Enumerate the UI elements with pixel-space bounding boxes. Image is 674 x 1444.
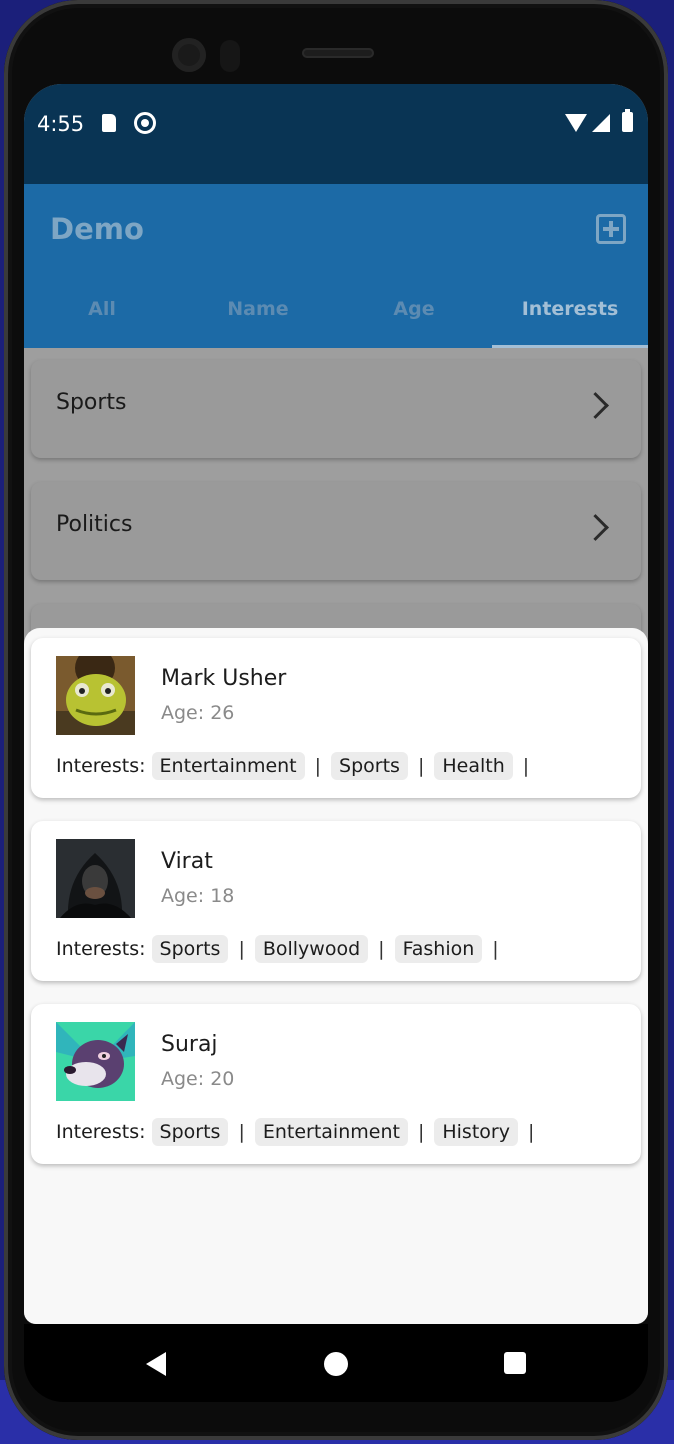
tab-interests[interactable]: Interests [492,284,648,348]
interest-chip: Entertainment [254,1118,408,1146]
interests-label: Interests: [56,755,146,777]
interest-chip: Entertainment [151,752,305,780]
proximity-sensor [220,40,240,72]
frog-avatar-icon [56,656,135,735]
status-bar: 4:55 [24,84,648,184]
separator: | [238,1121,245,1143]
dog-avatar-icon [56,1022,135,1101]
tab-bar: All Name Age Interests [24,284,648,348]
battery-icon [622,109,633,132]
category-label: Sports [56,390,127,415]
app-title: Demo [50,212,144,246]
back-icon[interactable] [146,1352,166,1376]
category-label: Politics [56,512,133,537]
interests-row: Interests: Sports | Entertainment | Hist… [56,1118,544,1146]
category-item-politics[interactable]: Politics [31,482,641,580]
home-icon[interactable] [324,1352,348,1376]
person-name: Suraj [161,1032,218,1057]
separator: | [314,755,322,777]
tab-name[interactable]: Name [180,284,336,348]
separator: | [238,938,245,960]
person-age: Age: 18 [161,885,235,907]
app-bar: Demo All Name Age Interests [24,184,648,348]
interest-chip: Fashion [394,935,483,963]
chevron-right-icon [582,392,609,419]
sync-icon [134,112,156,134]
interest-chip: Bollywood [254,935,369,963]
interest-chip: Sports [151,935,229,963]
separator: | [522,755,530,777]
person-name: Virat [161,849,213,874]
bottom-sheet: Mark Usher Age: 26 Interests: Entertainm… [24,628,648,1324]
app-screen: 4:55 Demo All Name Age Interests Sports … [24,84,648,1324]
wifi-icon [565,114,587,132]
interests-label: Interests: [56,1121,146,1143]
tab-age[interactable]: Age [336,284,492,348]
chevron-right-icon [582,514,609,541]
person-card[interactable]: Suraj Age: 20 Interests: Sports | Entert… [31,1004,641,1164]
interest-chip: History [434,1118,518,1146]
interests-label: Interests: [56,938,146,960]
separator: | [417,1121,425,1143]
category-item-sports[interactable]: Sports [31,360,641,458]
person-card[interactable]: Mark Usher Age: 26 Interests: Entertainm… [31,638,641,798]
recent-apps-icon[interactable] [504,1352,526,1374]
front-camera [172,38,206,72]
system-nav-bar [24,1324,648,1402]
person-age: Age: 20 [161,1068,235,1090]
interest-chip: Sports [151,1118,229,1146]
status-time: 4:55 [37,112,85,136]
person-card[interactable]: Virat Age: 18 Interests: Sports | Bollyw… [31,821,641,981]
interests-row: Interests: Sports | Bollywood | Fashion … [56,935,509,963]
separator: | [417,755,425,777]
person-name: Mark Usher [161,666,287,691]
earpiece-speaker [302,48,374,58]
interests-row: Interests: Entertainment | Sports | Heal… [56,752,539,780]
add-box-icon[interactable] [596,214,626,244]
sd-card-icon [102,114,116,132]
interest-chip: Sports [331,752,408,780]
hooded-figure-avatar-icon [56,839,135,918]
separator: | [527,1121,535,1143]
separator: | [492,938,499,960]
tab-all[interactable]: All [24,284,180,348]
cell-signal-icon [592,114,610,132]
separator: | [378,938,385,960]
person-age: Age: 26 [161,702,235,724]
interest-chip: Health [434,752,513,780]
